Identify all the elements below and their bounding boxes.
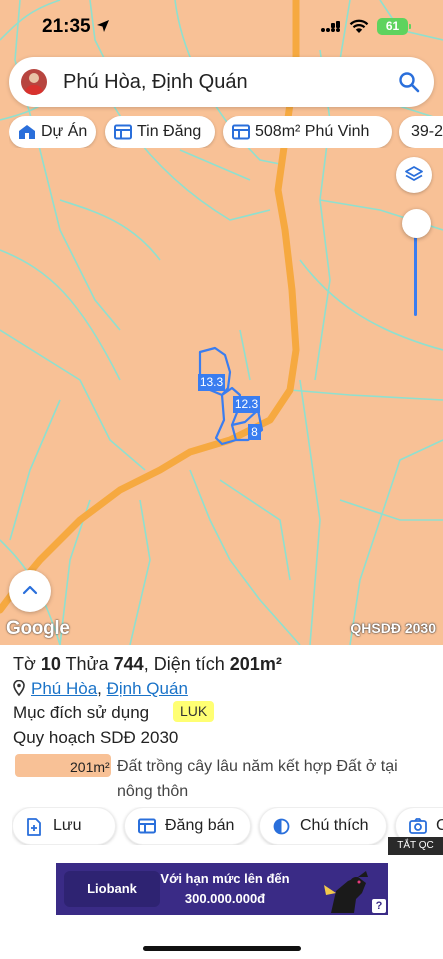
plan-area-value: 201m² (70, 759, 110, 775)
chip-label: 508m² Phú Vinh (255, 123, 370, 140)
house-icon (19, 125, 35, 139)
plot-label: Thửa (65, 654, 109, 674)
search-input[interactable]: Phú Hòa, Định Quán (63, 71, 248, 94)
chip-label: 39-2 (411, 123, 443, 140)
save-label: Lưu (53, 817, 82, 834)
parcel-summary: Tờ 10 Thửa 744, Diện tích 201m² (13, 654, 282, 674)
ad-help-badge[interactable]: ? (372, 899, 386, 913)
avatar[interactable] (21, 69, 47, 95)
save-button[interactable]: Lưu (12, 807, 116, 845)
chip-label: Dự Án (41, 123, 88, 140)
parcel-label[interactable]: 13.3 (198, 374, 225, 391)
listing-icon (232, 124, 250, 140)
filter-chips: Dự Án Tin Đăng 508m² Phú Vinh 39-2 (9, 116, 443, 148)
expand-up-button[interactable] (9, 570, 51, 612)
ad-line1: Với hạn mức lên đến (160, 871, 290, 886)
opacity-slider-knob[interactable] (402, 209, 431, 238)
layers-icon (405, 166, 423, 181)
google-logo: Google (6, 618, 70, 639)
sheet-label: Tờ (13, 654, 36, 674)
chip-39[interactable]: 39-2 (399, 116, 443, 148)
post-sale-label: Đăng bán (165, 817, 235, 834)
chip-label: Tin Đăng (137, 123, 202, 140)
layer-name: QHSDĐ 2030 (350, 620, 436, 636)
listing-icon (138, 818, 156, 834)
close-ad-button[interactable]: TẮT QC (388, 837, 443, 855)
search-bar[interactable]: Phú Hòa, Định Quán (9, 57, 434, 107)
post-sale-button[interactable]: Đăng bán (124, 807, 251, 845)
chip-du-an[interactable]: Dự Án (9, 116, 96, 148)
status-bar: 21:35 61 (0, 0, 443, 54)
cellular-signal-icon (321, 21, 340, 32)
chip-phu-vinh[interactable]: 508m² Phú Vinh (223, 116, 392, 148)
parcel-label[interactable]: 12.3 (233, 396, 260, 413)
parcel-label[interactable]: 8 (248, 424, 261, 440)
district-link[interactable]: Định Quán (107, 679, 188, 698)
listing-icon (114, 124, 132, 140)
action-buttons: Lưu Đăng bán Chú thích C (12, 807, 443, 845)
sheet-number: 10 (40, 654, 61, 674)
camera-label: C (436, 817, 443, 834)
wifi-icon (349, 19, 369, 33)
plan-label: Quy hoạch SDĐ 2030 (13, 728, 179, 747)
chip-tin-dang[interactable]: Tin Đăng (105, 116, 215, 148)
location-arrow-icon (97, 20, 109, 32)
chevron-up-icon (22, 585, 38, 595)
parcel-info-panel: Tờ 10 Thửa 744, Diện tích 201m² Phú Hòa,… (0, 645, 443, 959)
ad-banner[interactable]: Liobank Với hạn mức lên đến 300.000.000đ… (56, 863, 388, 915)
location-line: Phú Hòa, Định Quán (13, 678, 188, 699)
plot-number: 744 (113, 654, 144, 674)
location-pin-icon (13, 679, 25, 697)
contrast-icon (273, 818, 290, 835)
camera-icon (409, 818, 427, 834)
add-file-icon (27, 818, 41, 836)
search-icon[interactable] (398, 71, 420, 93)
home-indicator (143, 946, 301, 951)
area-label: Diện tích (153, 654, 225, 674)
legend-label: Chú thích (300, 817, 369, 834)
layers-button[interactable] (396, 157, 432, 193)
area-value: 201m² (229, 654, 282, 674)
commune-link[interactable]: Phú Hòa (31, 679, 97, 698)
status-time: 21:35 (42, 16, 91, 37)
purpose-badge: LUK (173, 701, 215, 722)
ad-line2: 300.000.000đ (184, 891, 266, 906)
battery-indicator: 61 (377, 18, 411, 35)
plan-description: Đất trồng cây lâu năm kết hợp Đất ở tại … (117, 758, 398, 800)
legend-button[interactable]: Chú thích (259, 807, 387, 845)
purpose-label: Mục đích sử dụng (13, 703, 150, 722)
ad-brand: Liobank (64, 871, 160, 907)
